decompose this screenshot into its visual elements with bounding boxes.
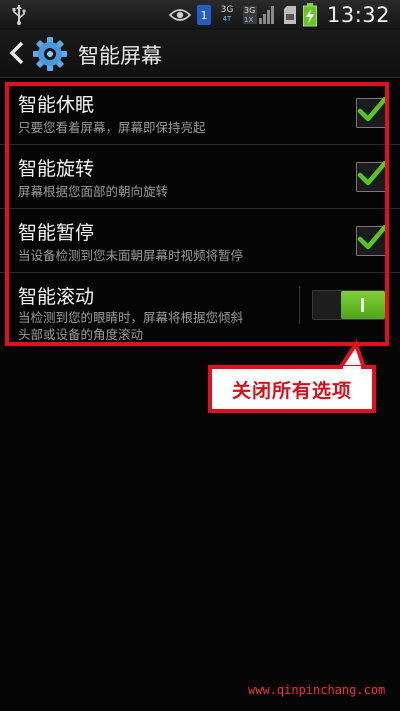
status-clock: 13:32 (326, 3, 390, 27)
setting-smart-stay[interactable]: 智能休眠 只要您看着屏幕，屏幕即保持亮起 (0, 80, 400, 145)
toggle-thumb[interactable] (341, 291, 385, 319)
setting-subtitle: 只要您看着屏幕，屏幕即保持亮起 (18, 120, 206, 135)
setting-smart-pause[interactable]: 智能暂停 当设备检测到您未面朝屏幕时视频将暂停 (0, 208, 400, 273)
annotation-callout: 关闭所有选项 (208, 365, 376, 413)
signal-icon: 3G 1X (242, 4, 277, 26)
smart-rotation-checkbox[interactable] (356, 160, 388, 192)
setting-subtitle: 屏幕根据您面部的朝向旋转 (18, 184, 169, 199)
watermark: www.qinpinchang.com (248, 683, 386, 697)
network-badge-1-sub: 4T (222, 15, 232, 23)
setting-title: 智能滚动 (18, 286, 95, 308)
setting-smart-rotation[interactable]: 智能旋转 屏幕根据您面部的朝向旋转 (0, 144, 400, 209)
sim-icon: 1 (196, 5, 211, 25)
smart-pause-checkbox[interactable] (356, 224, 388, 256)
action-bar: 智能屏幕 (0, 30, 400, 78)
checkmark-icon (357, 96, 388, 122)
toggle-on-indicator (361, 298, 364, 312)
checkmark-icon (357, 160, 388, 186)
toggle-divider (299, 286, 300, 324)
network-badge-2-sub: 1X (244, 16, 253, 24)
smart-scroll-toggle[interactable] (312, 290, 386, 320)
setting-title: 智能旋转 (18, 158, 95, 180)
network-badge-1: 3G 4T (217, 6, 237, 24)
sd-card-icon (283, 5, 297, 25)
setting-subtitle-line-2: 头部或设备的角度滚动 (18, 327, 144, 342)
gear-icon (32, 36, 68, 72)
setting-subtitle-line-1: 当检测到您的眼睛时，屏幕将根据您倾斜 (18, 310, 244, 325)
setting-subtitle: 当设备检测到您未面朝屏幕时视频将暂停 (18, 248, 244, 263)
battery-charging-icon (302, 3, 317, 27)
setting-smart-scroll[interactable]: 智能滚动 当检测到您的眼睛时，屏幕将根据您倾斜 头部或设备的角度滚动 (0, 272, 400, 346)
checkmark-icon (357, 224, 388, 250)
setting-title: 智能暂停 (18, 222, 95, 244)
screen: 1 3G 4T 3G 1X 13:32 智能屏幕 智能休眠 只要您看着屏幕，屏幕… (0, 0, 400, 711)
eye-icon (168, 8, 191, 22)
smart-stay-checkbox[interactable] (356, 96, 388, 128)
setting-title: 智能休眠 (18, 94, 95, 116)
usb-icon (12, 4, 26, 30)
back-chevron-icon[interactable] (8, 41, 26, 65)
network-badge-2-label: 3G (244, 6, 255, 15)
page-title: 智能屏幕 (78, 44, 162, 68)
network-badge-1-label: 3G (220, 5, 234, 15)
status-bar: 1 3G 4T 3G 1X 13:32 (0, 0, 400, 30)
